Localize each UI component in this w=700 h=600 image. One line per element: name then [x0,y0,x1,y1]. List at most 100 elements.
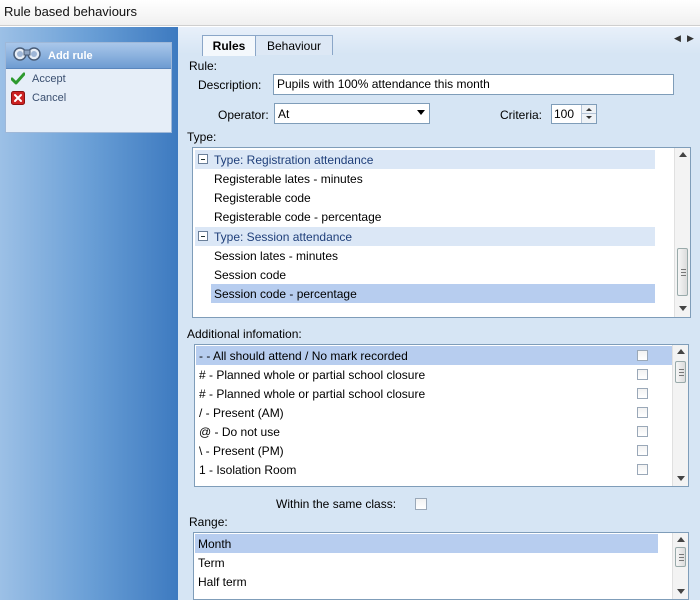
arrow-down-icon [586,116,592,119]
additional-info-label: Additional infomation: [187,327,302,341]
additional-item[interactable]: \ - Present (PM) [196,441,672,460]
additional-item[interactable]: 1 - Isolation Room [196,460,672,479]
additional-item-checkbox[interactable] [637,426,648,437]
list-item[interactable]: Registerable code - percentage [211,207,655,226]
additional-item-label: # - Planned whole or partial school clos… [199,387,426,401]
tab-strip: Rules Behaviour ◀ ▶ [178,27,700,56]
accept-label: Accept [32,73,66,85]
range-item-label: Half term [198,575,247,589]
scroll-thumb[interactable] [675,361,686,383]
list-item-label: Registerable code [214,191,311,205]
additional-item[interactable]: / - Present (AM) [196,403,672,422]
cancel-button[interactable]: Cancel [6,89,171,108]
list-item-selected[interactable]: Session code - percentage [211,284,655,303]
additional-list-scrollbar[interactable] [672,345,688,486]
left-pane: Add rule Accept Cancel [0,27,178,600]
range-item-label: Term [198,556,225,570]
additional-item-label: 1 - Isolation Room [199,463,297,477]
collapse-icon[interactable] [198,154,208,164]
same-class-checkbox[interactable] [415,498,427,510]
additional-item-label: - - All should attend / No mark recorded [199,349,408,363]
arrow-up-icon [586,108,592,111]
tab-rules-label: Rules [212,39,246,53]
type-group-title: Type: Registration attendance [214,153,374,167]
tab-rules[interactable]: Rules [202,35,256,56]
additional-item-label: / - Present (AM) [199,406,284,420]
scroll-down-icon[interactable] [677,589,685,594]
stepper-down-button[interactable] [582,114,596,123]
list-item-label: Registerable code - percentage [214,210,382,224]
range-item[interactable]: Term [195,553,658,572]
range-label: Range: [189,515,228,529]
scroll-up-icon[interactable] [677,537,685,542]
type-list[interactable]: Type: Registration attendance Registerab… [192,147,691,318]
binoculars-icon [13,47,41,61]
criteria-stepper[interactable]: 100 [551,104,597,124]
scroll-thumb[interactable] [675,547,686,567]
tab-behaviour-label: Behaviour [266,39,322,53]
additional-item-checkbox[interactable] [637,407,648,418]
additional-item-label: \ - Present (PM) [199,444,284,458]
scroll-up-icon[interactable] [677,349,685,354]
additional-item-checkbox[interactable] [637,464,648,475]
range-item-label: Month [198,537,232,551]
add-rule-label: Add rule [48,50,93,62]
add-rule-header[interactable]: Add rule [6,43,171,69]
list-item[interactable]: Session code [211,265,655,284]
additional-item-checkbox[interactable] [637,369,648,380]
tab-scroll-right-icon[interactable]: ▶ [687,33,694,44]
stepper-up-button[interactable] [582,105,596,114]
type-list-scrollbar[interactable] [674,148,690,317]
operator-label: Operator: [218,108,269,122]
description-input[interactable]: Pupils with 100% attendance this month [273,74,674,95]
additional-item[interactable]: # - Planned whole or partial school clos… [196,365,672,384]
additional-info-list[interactable]: - - All should attend / No mark recorded… [194,344,689,487]
additional-item-checkbox[interactable] [637,445,648,456]
scroll-thumb[interactable] [677,248,688,296]
type-label: Type: [187,130,217,144]
type-group-header[interactable]: Type: Registration attendance [195,150,655,169]
type-group-header[interactable]: Type: Session attendance [195,227,655,246]
list-item-label: Registerable lates - minutes [214,172,363,186]
collapse-icon[interactable] [198,231,208,241]
description-label: Description: [198,78,262,92]
additional-item-checkbox[interactable] [637,350,648,361]
operator-select[interactable]: At [274,103,430,124]
scroll-down-icon[interactable] [679,306,687,311]
list-item-label: Session code [214,268,287,282]
list-item[interactable]: Registerable lates - minutes [211,169,655,188]
rule-editor-pane: Rules Behaviour ◀ ▶ Rule: Description: P… [178,27,700,600]
criteria-value: 100 [554,107,575,121]
list-item-label: Session code - percentage [214,287,357,301]
range-list-scrollbar[interactable] [672,533,688,599]
additional-item-label: @ - Do not use [199,425,280,439]
additional-item[interactable]: @ - Do not use [196,422,672,441]
window-title: Rule based behaviours [4,4,137,19]
operator-value: At [278,107,290,121]
chevron-down-icon [417,110,425,115]
range-list[interactable]: Month Term Half term [193,532,689,600]
list-item[interactable]: Registerable code [211,188,655,207]
cancel-icon [11,91,25,105]
window-titlebar: Rule based behaviours [0,0,700,26]
additional-item[interactable]: # - Planned whole or partial school clos… [196,384,672,403]
type-group-title: Type: Session attendance [214,230,353,244]
cancel-label: Cancel [32,92,67,104]
tab-scroll-left-icon[interactable]: ◀ [674,33,681,44]
criteria-label: Criteria: [500,108,543,122]
additional-item-selected[interactable]: - - All should attend / No mark recorded [196,346,672,365]
list-item[interactable]: Session lates - minutes [211,246,655,265]
rule-label: Rule: [189,59,218,73]
check-icon [11,72,25,85]
additional-item-checkbox[interactable] [637,388,648,399]
additional-item-label: # - Planned whole or partial school clos… [199,368,426,382]
range-item-selected[interactable]: Month [195,534,658,553]
scroll-up-icon[interactable] [679,152,687,157]
stepper-buttons [581,105,596,123]
tab-behaviour[interactable]: Behaviour [255,35,333,55]
accept-button[interactable]: Accept [6,70,171,89]
range-item[interactable]: Half term [195,572,658,591]
actions-panel: Add rule Accept Cancel [5,42,172,133]
scroll-down-icon[interactable] [677,476,685,481]
same-class-label: Within the same class: [276,497,397,511]
